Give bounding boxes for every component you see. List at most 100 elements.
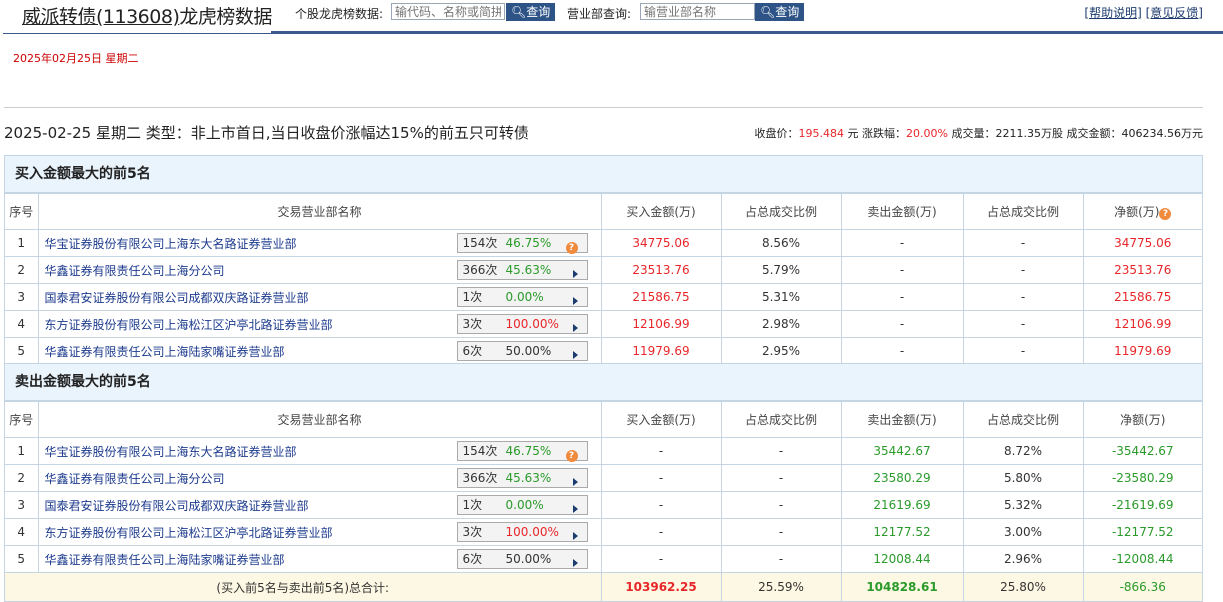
total-buy: 103962.25 — [600, 572, 722, 602]
broker-name-link[interactable]: 华鑫证券有限责任公司上海分公司 — [45, 264, 225, 278]
expand-arrow-icon[interactable] — [572, 292, 578, 310]
table-row: 2 华鑫证券有限责任公司上海分公司 366次 45.63% 23513.76 5.79% -… — [5, 256, 1202, 284]
sell-top5-section: 卖出金额最大的前5名 序号 交易营业部名称 买入金额(万) 占总成交比例 卖出金额(万)… — [4, 363, 1203, 602]
buy-ratio: 8.56% — [720, 229, 842, 257]
sell-ratio: - — [962, 337, 1084, 365]
column-header: 占总成交比例 — [720, 193, 842, 230]
broker-stats-badge[interactable]: 366次 45.63% — [456, 468, 588, 491]
turnover: 406234.56万元 — [1121, 127, 1204, 140]
broker-stats-badge[interactable]: 1次 0.00% — [456, 287, 588, 310]
expand-arrow-icon[interactable] — [572, 265, 578, 283]
help-link[interactable]: [帮助说明] — [1084, 6, 1141, 20]
buy-amount: 12106.99 — [600, 310, 722, 338]
buy-ratio: 5.79% — [720, 256, 842, 284]
table-row: 1 华宝证券股份有限公司上海东大名路证券营业部 154次 46.75%? - -35442… — [5, 437, 1202, 465]
divider — [271, 31, 1223, 34]
help-icon[interactable]: ? — [1159, 208, 1172, 220]
expand-arrow-icon[interactable] — [572, 527, 578, 545]
expand-arrow-icon[interactable] — [572, 473, 578, 491]
buy-ratio: 5.31% — [720, 283, 842, 311]
sell-ratio: 8.72% — [962, 437, 1084, 465]
divider — [4, 107, 1203, 108]
column-header: 序号 — [5, 401, 39, 438]
help-icon[interactable]: ? — [565, 445, 578, 463]
sell-amount: 12008.44 — [840, 545, 964, 573]
table-row: 5 华鑫证券有限责任公司上海陆家嘴证券营业部 6次 50.00% 11979.69 2.9… — [5, 337, 1202, 365]
win-rate: 46.75% — [505, 444, 552, 458]
broker-name-link[interactable]: 国泰君安证券股份有限公司成都双庆路证券营业部 — [45, 291, 309, 305]
win-rate: 100.00% — [505, 317, 559, 331]
expand-arrow-icon[interactable] — [572, 346, 578, 364]
sell-ratio: - — [962, 229, 1084, 257]
buy-amount: 23513.76 — [600, 256, 722, 284]
sell-amount: - — [840, 283, 964, 311]
times: 366次 — [462, 471, 498, 485]
top-bar: 威派转债(113608)龙虎榜数据 个股龙虎榜数据: 🔍︎查询 营业部查询: 🔍… — [0, 0, 1223, 36]
total-net: -866.36 — [1082, 572, 1202, 602]
page-title: 威派转债(113608)龙虎榜数据 — [22, 2, 272, 29]
table-row: 3 国泰君安证券股份有限公司成都双庆路证券营业部 1次 0.00% 21586.75 5.… — [5, 283, 1202, 311]
broker-stats-badge[interactable]: 154次 46.75%? — [456, 233, 588, 255]
stock-search-input[interactable] — [391, 3, 505, 20]
feedback-link[interactable]: [意见反馈] — [1146, 6, 1203, 20]
buy-ratio: - — [720, 437, 842, 465]
total-row: (买入前5名与卖出前5名)总合计: 103962.25 25.59% 104828.6… — [5, 572, 1202, 602]
stock-link[interactable]: 威派转债(113608) — [22, 6, 180, 28]
buy-amount: 11979.69 — [600, 337, 722, 365]
broker-name-link[interactable]: 华宝证券股份有限公司上海东大名路证券营业部 — [45, 445, 297, 459]
rank: 5 — [5, 545, 39, 573]
broker-name-link[interactable]: 国泰君安证券股份有限公司成都双庆路证券营业部 — [45, 499, 309, 513]
broker-stats-badge[interactable]: 154次 46.75%? — [456, 441, 588, 463]
buy-amount: - — [600, 437, 722, 465]
help-icon[interactable]: ? — [565, 237, 578, 255]
net-amount: -23580.29 — [1082, 464, 1202, 492]
net-amount: -21619.69 — [1082, 491, 1202, 519]
broker-stats-badge[interactable]: 3次 100.00% — [456, 314, 588, 337]
broker-stats-badge[interactable]: 6次 50.00% — [456, 341, 588, 364]
broker-cell: 华鑫证券有限责任公司上海陆家嘴证券营业部 6次 50.00% — [37, 337, 602, 365]
times: 154次 — [462, 444, 498, 458]
broker-stats-badge[interactable]: 6次 50.00% — [456, 549, 588, 572]
buy-ratio: - — [720, 518, 842, 546]
broker-name-link[interactable]: 华鑫证券有限责任公司上海陆家嘴证券营业部 — [45, 553, 285, 567]
total-buy-ratio: 25.59% — [720, 572, 842, 602]
net-amount: 21586.75 — [1082, 283, 1202, 311]
column-header: 占总成交比例 — [720, 401, 842, 438]
rank: 3 — [5, 491, 39, 519]
broker-name-link[interactable]: 东方证券股份有限公司上海松江区沪亭北路证券营业部 — [45, 318, 333, 332]
stock-search-button[interactable]: 🔍︎查询 — [506, 3, 556, 21]
win-rate: 45.63% — [505, 471, 552, 485]
net-amount: -12177.52 — [1082, 518, 1202, 546]
list-reason: 2025-02-25 星期二 类型：非上市首日,当日收盘价涨幅达15%的前五只可… — [4, 124, 529, 142]
search-icon: 🔍︎ — [511, 5, 527, 19]
times: 3次 — [462, 525, 483, 539]
dept-search-label: 营业部查询: — [567, 7, 632, 21]
expand-arrow-icon[interactable] — [572, 319, 578, 337]
broker-name-link[interactable]: 东方证券股份有限公司上海松江区沪亭北路证券营业部 — [45, 526, 333, 540]
dept-search-button[interactable]: 🔍︎查询 — [755, 3, 805, 21]
broker-stats-badge[interactable]: 3次 100.00% — [456, 522, 588, 545]
column-header: 序号 — [5, 193, 39, 230]
broker-stats-badge[interactable]: 366次 45.63% — [456, 260, 588, 283]
broker-stats-badge[interactable]: 1次 0.00% — [456, 495, 588, 518]
broker-name-link[interactable]: 华鑫证券有限责任公司上海陆家嘴证券营业部 — [45, 345, 285, 359]
win-rate: 0.00% — [505, 290, 544, 304]
change-pct: 20.00% — [906, 127, 948, 140]
broker-name-link[interactable]: 华鑫证券有限责任公司上海分公司 — [45, 472, 225, 486]
win-rate: 50.00% — [505, 344, 552, 358]
buy-top5-section: 买入金额最大的前5名 序号 交易营业部名称 买入金额(万) 占总成交比例 卖出金额(万)… — [4, 155, 1203, 366]
net-amount: 12106.99 — [1082, 310, 1202, 338]
expand-arrow-icon[interactable] — [572, 500, 578, 518]
sell-amount: - — [840, 337, 964, 365]
broker-name-link[interactable]: 华宝证券股份有限公司上海东大名路证券营业部 — [45, 237, 297, 251]
buy-ratio: 2.98% — [720, 310, 842, 338]
win-rate: 100.00% — [505, 525, 559, 539]
rank: 3 — [5, 283, 39, 311]
buy-amount: - — [600, 464, 722, 492]
table-row: 4 东方证券股份有限公司上海松江区沪亭北路证券营业部 3次 100.00% - -1217… — [5, 518, 1202, 546]
expand-arrow-icon[interactable] — [572, 554, 578, 572]
times: 6次 — [462, 552, 483, 566]
net-amount: -12008.44 — [1082, 545, 1202, 573]
dept-search-input[interactable] — [640, 3, 755, 20]
broker-cell: 东方证券股份有限公司上海松江区沪亭北路证券营业部 3次 100.00% — [37, 310, 602, 338]
